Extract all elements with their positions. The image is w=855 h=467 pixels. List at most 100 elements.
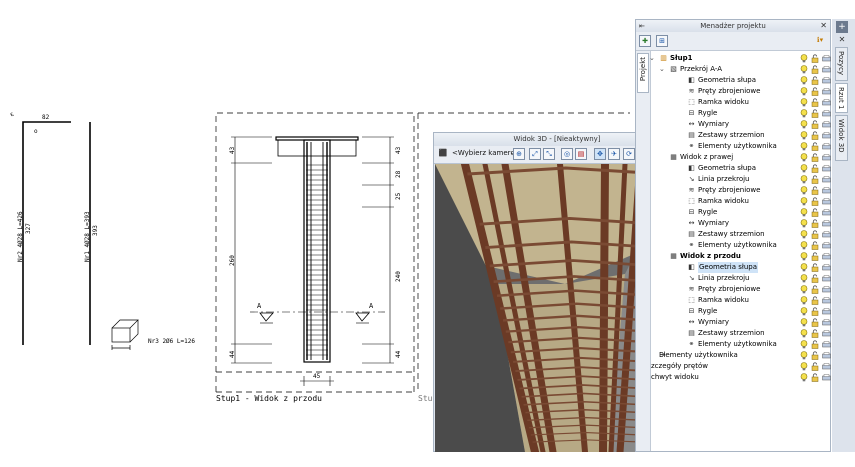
print-toggle-icon[interactable]: [822, 121, 831, 128]
print-toggle-icon[interactable]: [822, 297, 831, 304]
lock-icon[interactable]: [811, 296, 819, 305]
visibility-bulb-icon[interactable]: [800, 307, 808, 316]
print-toggle-icon[interactable]: [822, 209, 831, 216]
print-toggle-icon[interactable]: [822, 286, 831, 293]
tree-item[interactable]: ⊟ Rygle: [651, 108, 845, 119]
lock-icon[interactable]: [811, 131, 819, 140]
zoom-extents-icon[interactable]: ⤡: [543, 148, 555, 160]
tree-item[interactable]: ⬚ Ramka widoku: [651, 295, 845, 306]
lock-icon[interactable]: [811, 362, 819, 371]
tree-item[interactable]: ↘ Linia przekroju: [651, 273, 845, 284]
print-toggle-icon[interactable]: [822, 187, 831, 194]
print-toggle-icon[interactable]: [822, 330, 831, 337]
tree-item[interactable]: ◧ Geometria słupa: [651, 75, 845, 86]
tree-item[interactable]: ▤ Zestawy strzemion: [651, 328, 845, 339]
visibility-bulb-icon[interactable]: [800, 219, 808, 228]
print-toggle-icon[interactable]: [822, 165, 831, 172]
lock-icon[interactable]: [811, 263, 819, 272]
print-toggle-icon[interactable]: [822, 231, 831, 238]
visibility-bulb-icon[interactable]: [800, 153, 808, 162]
print-toggle-icon[interactable]: [822, 154, 831, 161]
tree-item[interactable]: ◧ Geometria słupa: [651, 163, 845, 174]
pan-icon[interactable]: ✥: [594, 148, 606, 160]
lock-icon[interactable]: [811, 54, 819, 63]
lock-icon[interactable]: [811, 186, 819, 195]
tree-item[interactable]: chwyt widoku: [651, 372, 845, 383]
lock-icon[interactable]: [811, 373, 819, 382]
print-toggle-icon[interactable]: [822, 363, 831, 370]
project-manager-titlebar[interactable]: ⇤ Menadżer projektu ✕: [636, 20, 830, 32]
tree-item[interactable]: ⚭ Elementy użytkownika: [651, 141, 845, 152]
lock-icon[interactable]: [811, 65, 819, 74]
tree-item[interactable]: ⚭ Elementy użytkownika: [651, 240, 845, 251]
lock-icon[interactable]: [811, 142, 819, 151]
render-icon[interactable]: ◎: [561, 148, 573, 160]
tree-item[interactable]: ↔ Wymiary: [651, 119, 845, 130]
dock-tab-rzut1[interactable]: Rzut 1: [835, 83, 848, 113]
tree-item[interactable]: ⚭ Elementy użytkownika: [651, 339, 845, 350]
print-toggle-icon[interactable]: [822, 198, 831, 205]
tree-item[interactable]: ≋ Pręty zbrojeniowe: [651, 185, 845, 196]
print-toggle-icon[interactable]: [822, 110, 831, 117]
lock-icon[interactable]: [811, 109, 819, 118]
fly-icon[interactable]: ✈: [608, 148, 620, 160]
print-toggle-icon[interactable]: [822, 319, 831, 326]
print-toggle-icon[interactable]: [822, 77, 831, 84]
print-toggle-icon[interactable]: [822, 352, 831, 359]
lock-icon[interactable]: [811, 120, 819, 129]
visibility-bulb-icon[interactable]: [800, 208, 808, 217]
visibility-bulb-icon[interactable]: [800, 329, 808, 338]
lock-icon[interactable]: [811, 340, 819, 349]
lock-icon[interactable]: [811, 252, 819, 261]
tree-item[interactable]: ▦ Widok z prawej: [651, 152, 845, 163]
zoom-icon[interactable]: ⊕: [513, 148, 525, 160]
dock-tab-widok3d[interactable]: Widok 3D: [835, 115, 848, 161]
lock-icon[interactable]: [811, 76, 819, 85]
visibility-bulb-icon[interactable]: [800, 362, 808, 371]
print-toggle-icon[interactable]: [822, 55, 831, 62]
print-toggle-icon[interactable]: [822, 341, 831, 348]
lock-icon[interactable]: [811, 208, 819, 217]
visibility-bulb-icon[interactable]: [800, 164, 808, 173]
visibility-bulb-icon[interactable]: [800, 263, 808, 272]
close-dock-icon[interactable]: ✕: [836, 35, 848, 44]
visibility-bulb-icon[interactable]: [800, 285, 808, 294]
lock-icon[interactable]: [811, 219, 819, 228]
lock-icon[interactable]: [811, 351, 819, 360]
tree-item[interactable]: ↔ Wymiary: [651, 218, 845, 229]
print-toggle-icon[interactable]: [822, 132, 831, 139]
print-toggle-icon[interactable]: [822, 275, 831, 282]
lock-icon[interactable]: [811, 318, 819, 327]
camera-select[interactable]: <Wybierz kamerę>: [452, 149, 521, 157]
print-toggle-icon[interactable]: [822, 88, 831, 95]
tree-item[interactable]: zczegóły prętów: [651, 361, 845, 372]
tree-item[interactable]: ≋ Pręty zbrojeniowe: [651, 284, 845, 295]
visibility-bulb-icon[interactable]: [800, 76, 808, 85]
print-toggle-icon[interactable]: [822, 176, 831, 183]
tree-item[interactable]: ▤ Zestawy strzemion: [651, 229, 845, 240]
tree-item[interactable]: ⬚ Ramka widoku: [651, 196, 845, 207]
visibility-bulb-icon[interactable]: [800, 87, 808, 96]
camera-icon[interactable]: ⬛: [437, 148, 449, 160]
visibility-bulb-icon[interactable]: [800, 318, 808, 327]
visibility-bulb-icon[interactable]: [800, 230, 808, 239]
tree-settings-icon[interactable]: ⊞: [656, 35, 668, 47]
add-dock-icon[interactable]: +: [836, 21, 848, 33]
lock-icon[interactable]: [811, 329, 819, 338]
visibility-bulb-icon[interactable]: [800, 241, 808, 250]
visibility-bulb-icon[interactable]: [800, 340, 808, 349]
filter-dropdown-icon[interactable]: ℹ▾: [812, 35, 828, 47]
lock-icon[interactable]: [811, 197, 819, 206]
print-toggle-icon[interactable]: [822, 242, 831, 249]
tree-item[interactable]: ≋ Pręty zbrojeniowe: [651, 86, 845, 97]
visibility-bulb-icon[interactable]: [800, 296, 808, 305]
tab-projekt[interactable]: Projekt: [637, 53, 649, 93]
tree-item[interactable]: ⚭ Elementy użytkownika: [651, 350, 845, 361]
dock-tab-pozycy[interactable]: Pozycy: [835, 47, 848, 81]
visibility-bulb-icon[interactable]: [800, 351, 808, 360]
visibility-bulb-icon[interactable]: [800, 252, 808, 261]
print-toggle-icon[interactable]: [822, 143, 831, 150]
print-toggle-icon[interactable]: [822, 220, 831, 227]
lock-icon[interactable]: [811, 241, 819, 250]
print-toggle-icon[interactable]: [822, 99, 831, 106]
